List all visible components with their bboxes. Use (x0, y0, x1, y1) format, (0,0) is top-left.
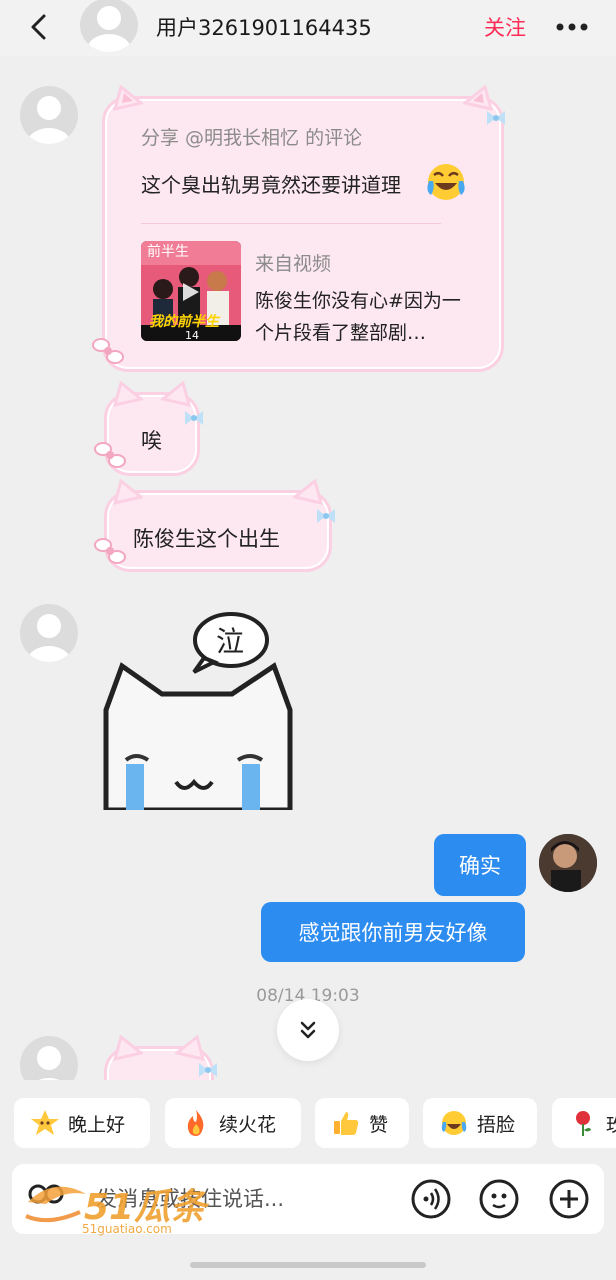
cat-ear-icon (113, 479, 143, 505)
contact-avatar[interactable] (80, 0, 138, 52)
message-bubble[interactable]: 陈俊生这个出生 (94, 479, 335, 572)
cat-ear-icon (161, 381, 191, 407)
rose-icon (576, 1111, 591, 1136)
video-title: 陈俊生你没有心#因为一个片段看了整部剧… (255, 290, 461, 344)
star-face-icon (31, 1110, 59, 1135)
shared-comment-text: 这个臭出轨男竟然还要讲道理 (141, 173, 401, 197)
emoji-icon[interactable] (478, 1178, 520, 1220)
laugh-cry-emoji-icon (427, 164, 465, 200)
chat-header: 用户3261901164435 关注 (0, 0, 616, 56)
quick-reply-chip[interactable]: 捂脸 (423, 1098, 537, 1148)
cat-ear-icon (293, 479, 323, 505)
quick-reply-label: 玫 (606, 1113, 616, 1136)
watermark-url: 51guatiao.com (82, 1222, 172, 1236)
sender-avatar[interactable] (20, 86, 78, 144)
crying-cat-sticker[interactable]: 泣 (96, 610, 296, 813)
shared-comment-card[interactable]: 分享 @明我长相忆 的评论 这个臭出轨男竟然还要讲道理 前半生 我的前半生 14… (92, 85, 505, 372)
thumbs-up-icon (334, 1112, 359, 1135)
thumb-title-top: 前半生 (147, 244, 189, 260)
fire-icon (187, 1110, 204, 1136)
quick-reply-chip[interactable]: 晚上好 (14, 1098, 150, 1148)
follow-button[interactable]: 关注 (484, 12, 526, 42)
bow-icon (185, 411, 203, 425)
my-message-bubble[interactable]: 确实 (434, 834, 526, 896)
cat-ear-icon (113, 1035, 143, 1061)
video-source-label: 来自视频 (255, 253, 332, 275)
message-text: 唉 (141, 429, 162, 453)
double-chevron-down-icon (300, 1021, 316, 1039)
thumb-episode: 14 (185, 329, 199, 341)
quick-reply-label: 续火花 (219, 1113, 277, 1136)
watermark-logo: 51瓜条 51guatiao.com (24, 1172, 224, 1240)
my-avatar[interactable] (539, 834, 597, 892)
home-indicator[interactable] (190, 1262, 426, 1268)
plus-icon[interactable] (548, 1178, 590, 1220)
bow-icon (487, 111, 505, 125)
quick-reply-bar: 晚上好 续火花 赞 捂脸 玫 (0, 1080, 616, 1160)
quick-reply-label: 捂脸 (477, 1113, 516, 1136)
quick-reply-chip[interactable]: 赞 (315, 1098, 409, 1148)
back-arrow-icon[interactable] (22, 10, 56, 44)
bow-icon (317, 509, 335, 523)
cat-ear-icon (113, 381, 143, 407)
divider (141, 223, 441, 224)
quick-reply-label: 晚上好 (68, 1113, 126, 1136)
message-bubble[interactable]: 唉 (94, 381, 203, 476)
sticker-text: 泣 (216, 625, 245, 658)
share-label: 分享 @明我长相忆 的评论 (141, 127, 363, 149)
contact-name[interactable]: 用户3261901164435 (156, 12, 372, 42)
bow-icon (199, 1063, 217, 1077)
ribbon-icon (94, 538, 126, 564)
ribbon-icon (92, 338, 124, 364)
video-thumbnail[interactable]: 前半生 我的前半生 14 (141, 241, 241, 341)
cat-ear-icon (113, 85, 143, 111)
quick-reply-label: 赞 (369, 1113, 389, 1136)
message-text: 陈俊生这个出生 (133, 527, 280, 551)
quick-reply-chip[interactable]: 玫 (552, 1098, 616, 1148)
more-icon[interactable] (552, 14, 592, 40)
facepalm-icon (441, 1111, 467, 1135)
voice-icon[interactable] (410, 1178, 452, 1220)
sender-avatar[interactable] (20, 604, 78, 662)
my-message-bubble[interactable]: 感觉跟你前男友好像 (261, 902, 525, 962)
quick-reply-chip[interactable]: 续火花 (165, 1098, 301, 1148)
scroll-to-bottom-button[interactable] (277, 999, 339, 1061)
ribbon-icon (94, 442, 126, 468)
cat-ear-icon (463, 85, 493, 111)
thumb-title: 我的前半生 (149, 314, 219, 330)
cat-ear-icon (175, 1035, 205, 1061)
